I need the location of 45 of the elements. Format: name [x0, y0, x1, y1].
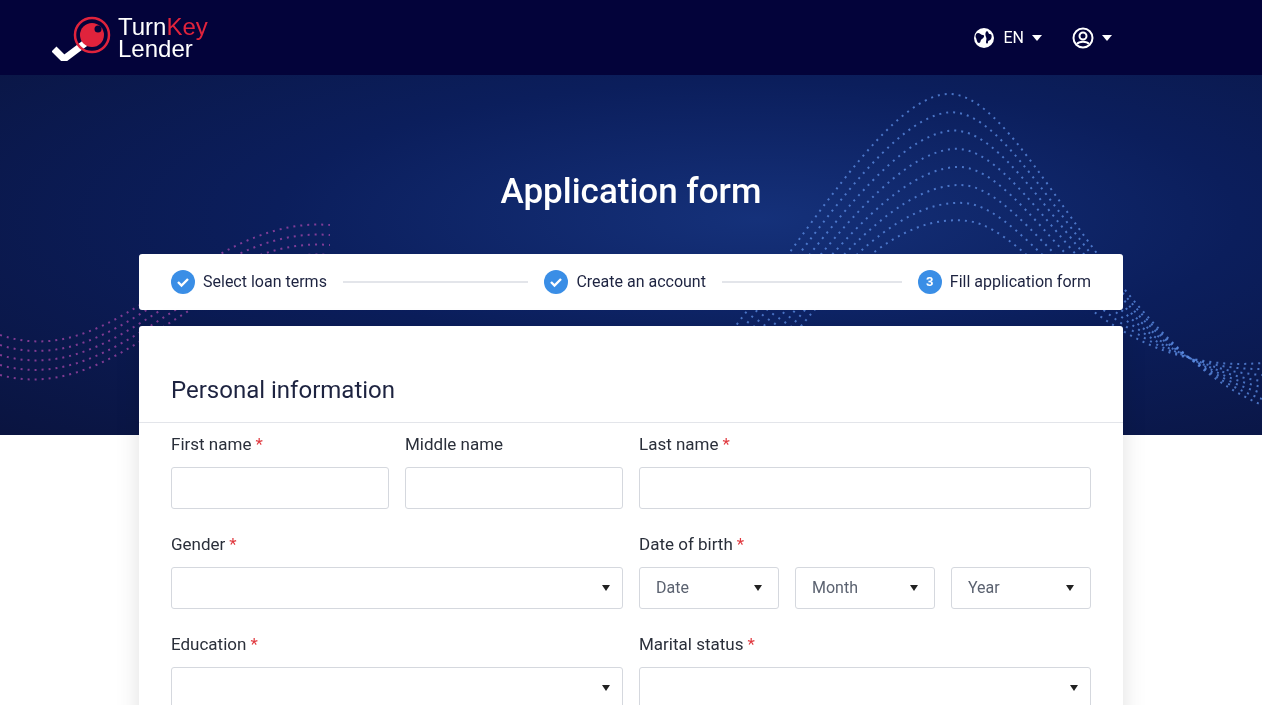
account-button[interactable] — [1072, 26, 1112, 49]
required-mark: * — [747, 633, 755, 657]
select-field[interactable]: Date — [639, 567, 779, 609]
page-title: Application form — [500, 172, 762, 212]
step-item: 3 Fill application form — [917, 270, 1091, 294]
select-field[interactable] — [171, 667, 623, 705]
caret-icon — [602, 685, 610, 691]
select-field[interactable]: Year — [951, 567, 1091, 609]
required-mark: * — [229, 533, 237, 557]
required-mark: * — [722, 433, 730, 457]
required-mark: * — [736, 533, 745, 557]
input-field[interactable] — [171, 467, 389, 509]
caret-icon — [1066, 585, 1074, 591]
step-item: Create an account — [544, 270, 706, 294]
section-title: Personal information — [139, 326, 1123, 423]
field-label: Middle name — [405, 433, 504, 457]
caret-icon — [602, 585, 610, 591]
caret-icon — [1102, 34, 1112, 41]
field-label: Last name — [639, 433, 719, 457]
logo-text: Key — [166, 15, 208, 38]
logo-icon — [52, 14, 112, 61]
select-field[interactable]: Month — [795, 567, 935, 609]
step-item: Select loan terms — [171, 270, 327, 294]
field-label: Gender — [171, 533, 226, 557]
field-label: Date of birth — [639, 533, 733, 557]
select-field[interactable] — [171, 567, 623, 609]
field-label: Education — [171, 633, 247, 657]
caret-icon — [910, 585, 918, 591]
caret-icon — [1032, 34, 1042, 41]
logo-text: Lender — [118, 37, 193, 60]
required-mark: * — [255, 433, 263, 457]
language-button[interactable]: EN — [973, 25, 1042, 50]
required-mark: * — [250, 633, 258, 657]
field-label: First name — [171, 433, 252, 457]
caret-icon — [1070, 685, 1078, 691]
caret-icon — [754, 585, 762, 591]
field-label: Marital status — [639, 633, 744, 657]
step-number: 3 — [917, 270, 942, 294]
globe-icon — [973, 26, 996, 49]
user-icon — [1072, 26, 1094, 49]
input-field[interactable] — [639, 467, 1091, 509]
logo[interactable]: TurnKey Lender — [52, 14, 208, 61]
input-field[interactable] — [405, 467, 623, 509]
logo-text: Turn — [118, 15, 167, 38]
select-field[interactable] — [639, 667, 1091, 705]
